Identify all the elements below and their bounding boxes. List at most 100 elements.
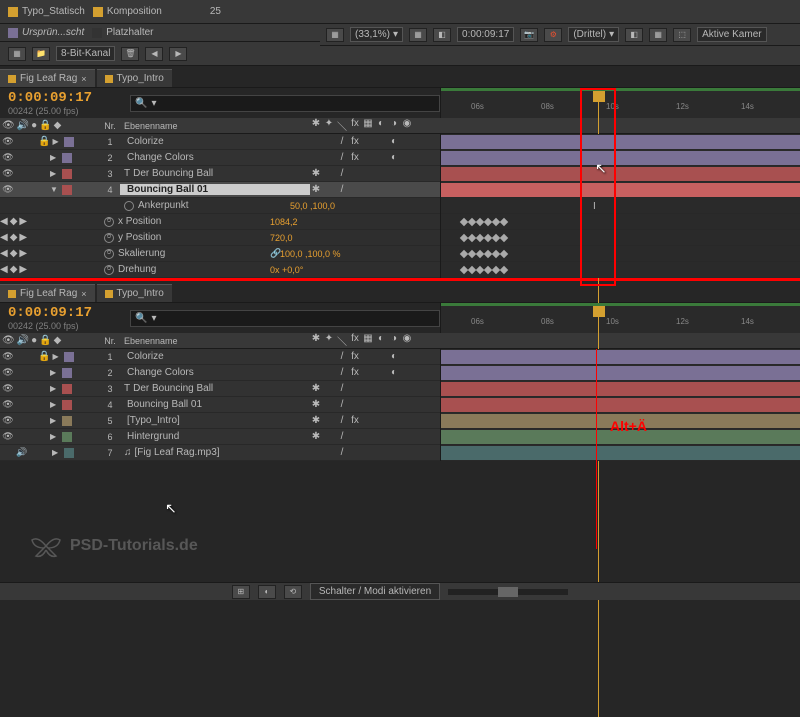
switch-icon[interactable]: ✦ <box>323 333 335 348</box>
visibility-toggle[interactable]: 👁 <box>2 415 14 427</box>
audio-toggle[interactable]: 🔊 <box>16 447 28 459</box>
comp-icon-button[interactable]: ▦ <box>8 47 26 61</box>
toggle-button[interactable]: ◐ <box>258 585 276 599</box>
grid-dropdown[interactable]: (Drittel) ▾ <box>568 27 619 42</box>
tab-typo-intro[interactable]: Typo_Intro <box>97 69 172 87</box>
expand-arrow[interactable]: ▼ <box>50 185 60 194</box>
layer-search[interactable]: 🔍 ▾ <box>130 310 440 327</box>
timecode-display[interactable]: 0:00:09:17 00242 (25.00 fps) <box>0 303 130 333</box>
property-value[interactable]: 0x +0,0° <box>270 265 303 275</box>
expand-arrow[interactable]: ▶ <box>50 169 60 178</box>
eye-header-icon[interactable]: 👁 <box>2 335 15 346</box>
expand-arrow[interactable]: ▶ <box>52 352 62 361</box>
add-keyframe[interactable]: ◆ <box>10 216 18 227</box>
layer-name[interactable]: Bouncing Ball 01 <box>127 399 202 410</box>
add-keyframe[interactable]: ◆ <box>10 232 18 243</box>
stopwatch-icon[interactable]: ⏱ <box>104 233 114 243</box>
switch-icon[interactable]: ◐ <box>375 118 387 133</box>
nr-header[interactable]: Nr. <box>100 121 120 131</box>
layer-name[interactable]: Hintergrund <box>127 431 179 442</box>
layer-label-color[interactable] <box>64 352 74 362</box>
switch-icon[interactable]: ◑ <box>388 333 400 348</box>
nr-header[interactable]: Nr. <box>100 336 120 346</box>
switch-icon[interactable]: ◐ <box>375 333 387 348</box>
work-area[interactable] <box>441 88 800 91</box>
expand-arrow[interactable]: ▶ <box>50 416 60 425</box>
expand-arrow[interactable]: ▶ <box>50 384 60 393</box>
next-keyframe[interactable]: ▶ <box>19 264 27 275</box>
layer-row[interactable]: 👁▶ 3 TDer Bouncing Ball ✱/ <box>0 166 440 182</box>
layer-bar[interactable] <box>441 382 800 396</box>
layer-search[interactable]: 🔍 ▾ <box>130 95 440 112</box>
layer-name[interactable]: Bouncing Ball 01 <box>127 184 208 195</box>
layer-name[interactable]: [Typo_Intro] <box>127 415 180 426</box>
layer-row[interactable]: 👁🔒▶ 1 Colorize /fx◐ <box>0 134 440 150</box>
property-row[interactable]: ◀◆▶ ⏱x Position 1084,2 <box>0 214 440 230</box>
property-value[interactable]: 100,0 ,100,0 % <box>280 249 341 259</box>
next-keyframe[interactable]: ▶ <box>19 232 27 243</box>
layer-name[interactable]: Der Bouncing Ball <box>133 168 213 179</box>
switch-icon[interactable]: ▦ <box>362 118 374 133</box>
prev-keyframe[interactable]: ◀ <box>0 264 8 275</box>
layer-label-color[interactable] <box>62 153 72 163</box>
solo-header-icon[interactable]: ● <box>31 335 37 346</box>
mode-toggle[interactable]: Schalter / Modi aktivieren <box>310 583 440 600</box>
add-keyframe[interactable]: ◆ <box>10 248 18 259</box>
visibility-toggle[interactable]: 👁 <box>2 152 14 164</box>
layer-row[interactable]: 👁▶ 4 Bouncing Ball 01 ✱/ <box>0 397 440 413</box>
visibility-toggle[interactable]: 👁 <box>2 184 14 196</box>
next-button[interactable]: ▶ <box>169 47 187 61</box>
switch-icon[interactable]: fx <box>349 118 361 133</box>
layer-row[interactable]: 🔊▶ 7 ♫[Fig Leaf Rag.mp3] / <box>0 445 440 461</box>
mask-button[interactable]: ◧ <box>433 28 451 42</box>
expand-arrow[interactable]: ▶ <box>50 368 60 377</box>
keyframe-track[interactable] <box>441 262 800 278</box>
layer-row[interactable]: 👁▶ 6 Hintergrund ✱/ <box>0 429 440 445</box>
blend-mode[interactable]: ◐ <box>388 136 400 147</box>
prev-keyframe[interactable]: ◀ <box>0 232 8 243</box>
folder-button[interactable]: 📁 <box>32 47 50 61</box>
solo-header-icon[interactable]: ● <box>31 120 37 131</box>
expand-arrow[interactable]: ▶ <box>50 153 60 162</box>
label-header-icon[interactable]: ◆ <box>54 120 62 131</box>
lock-header-icon[interactable]: 🔒 <box>39 335 51 346</box>
visibility-toggle[interactable]: 👁 <box>2 351 14 363</box>
switch-icon[interactable]: ＼ <box>336 333 348 348</box>
keyframe-track[interactable] <box>441 230 800 246</box>
layer-label-color[interactable] <box>64 448 74 458</box>
close-icon[interactable]: × <box>81 74 86 84</box>
timeline-tracks[interactable] <box>440 349 800 461</box>
time-display[interactable]: 0:00:09:17 <box>457 27 514 42</box>
time-ruler[interactable]: 06s 08s 10s 12s 14s <box>440 88 800 118</box>
project-item[interactable]: Ursprün...scht <box>8 27 84 38</box>
lock-toggle[interactable]: 🔒 <box>38 136 50 147</box>
layer-label-color[interactable] <box>62 169 72 179</box>
layer-bar[interactable] <box>441 366 800 380</box>
keyframe[interactable] <box>500 250 508 258</box>
layer-label-color[interactable] <box>64 137 74 147</box>
property-row[interactable]: Ankerpunkt 50,0 ,100,0 <box>0 198 440 214</box>
lock-header-icon[interactable]: 🔒 <box>39 120 51 131</box>
switch-icon[interactable]: ✱ <box>310 333 322 348</box>
expand-arrow[interactable]: ▶ <box>52 448 62 457</box>
toggle-button[interactable]: ⊞ <box>232 585 250 599</box>
layer-label-color[interactable] <box>62 185 72 195</box>
stopwatch-icon[interactable] <box>124 201 134 211</box>
property-value[interactable]: 50,0 ,100,0 <box>290 201 335 211</box>
next-keyframe[interactable]: ▶ <box>19 216 27 227</box>
layer-label-color[interactable] <box>62 400 72 410</box>
layer-name[interactable]: Change Colors <box>127 367 194 378</box>
blend-mode[interactable]: ◐ <box>388 152 400 163</box>
layer-bar[interactable] <box>441 398 800 412</box>
layer-row[interactable]: 👁🔒▶ 1 Colorize /fx◐ <box>0 349 440 365</box>
property-value[interactable]: 1084,2 <box>270 217 298 227</box>
stopwatch-icon[interactable]: ⏱ <box>104 265 114 275</box>
work-area[interactable] <box>441 303 800 306</box>
property-value[interactable]: 720,0 <box>270 233 293 243</box>
tab-fig-leaf[interactable]: Fig Leaf Rag × <box>0 284 95 302</box>
layer-name[interactable]: Change Colors <box>127 152 194 163</box>
property-row[interactable]: ◀◆▶ ⏱Skalierung 🔗 100,0 ,100,0 % <box>0 246 440 262</box>
zoom-dropdown[interactable]: (33,1%) ▾ <box>350 27 403 42</box>
layer-bar[interactable] <box>441 350 800 364</box>
preview-icon[interactable]: ▦ <box>326 28 344 42</box>
